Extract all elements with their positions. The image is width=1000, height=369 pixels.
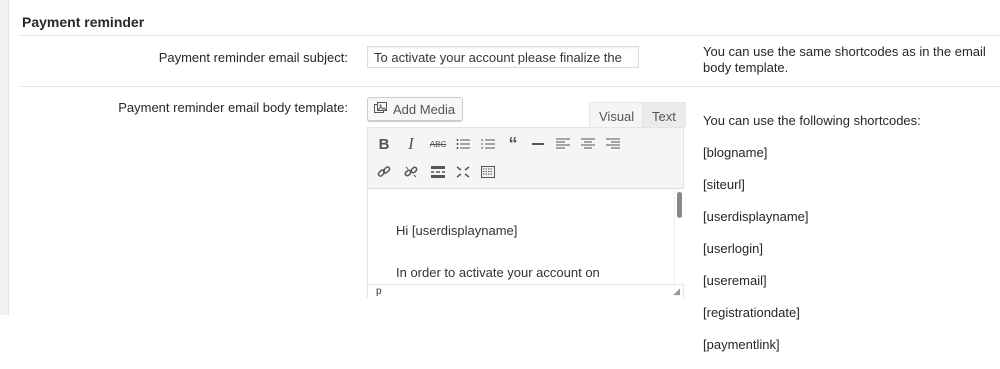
shortcode-item: [registrationdate] — [703, 305, 800, 320]
add-media-button[interactable]: Add Media — [367, 97, 463, 121]
blockquote-icon[interactable]: “ — [502, 133, 524, 155]
shortcodes-help-title: You can use the following shortcodes: — [703, 113, 921, 128]
element-path[interactable]: p — [376, 285, 382, 298]
align-center-icon[interactable] — [577, 133, 599, 155]
shortcodes-help: You can use the following shortcodes: [b… — [703, 97, 921, 369]
subject-input[interactable] — [367, 46, 639, 68]
shortcode-item: [useremail] — [703, 273, 767, 288]
align-left-icon[interactable] — [552, 133, 574, 155]
editor-content[interactable]: Hi [userdisplayname] In order to activat… — [368, 189, 675, 284]
horizontal-rule-icon[interactable] — [527, 133, 549, 155]
link-icon[interactable] — [373, 161, 395, 183]
shortcode-item: [userdisplayname] — [703, 209, 809, 224]
read-more-icon[interactable] — [427, 161, 449, 183]
media-icon — [374, 101, 388, 117]
italic-icon[interactable]: I — [400, 133, 422, 155]
row-divider — [20, 86, 1000, 87]
section-title: Payment reminder — [22, 14, 145, 30]
resize-grip-icon[interactable]: ◢ — [673, 286, 680, 297]
subject-label: Payment reminder email subject: — [158, 50, 348, 65]
unlink-icon[interactable] — [400, 161, 422, 183]
body-label: Payment reminder email body template: — [118, 100, 348, 115]
scrollbar-thumb[interactable] — [677, 192, 682, 218]
shortcode-item: [userlogin] — [703, 241, 763, 256]
shortcode-item: [siteurl] — [703, 177, 745, 192]
subject-help-text: You can use the same shortcodes as in th… — [703, 44, 986, 75]
numbered-list-icon[interactable] — [477, 133, 499, 155]
content-line-2: In order to activate your account on — [396, 265, 600, 280]
content-line-1: Hi [userdisplayname] — [396, 223, 518, 238]
fullscreen-icon[interactable] — [452, 161, 474, 183]
toolbar-toggle-icon[interactable] — [477, 161, 499, 183]
editor-scrollbar[interactable] — [674, 189, 684, 284]
editor: B I ABC “ Hi [userdisplayname] In order … — [367, 127, 684, 298]
editor-statusbar: p ◢ — [368, 284, 683, 298]
section-divider — [20, 35, 1000, 36]
bold-icon[interactable]: B — [373, 133, 395, 155]
add-media-label: Add Media — [393, 101, 456, 117]
editor-toolbar: B I ABC “ — [368, 128, 683, 189]
shortcode-item: [paymentlink] — [703, 337, 780, 352]
align-right-icon[interactable] — [602, 133, 624, 155]
shortcode-item: [blogname] — [703, 145, 768, 160]
bullet-list-icon[interactable] — [452, 133, 474, 155]
tab-visual[interactable]: Visual — [589, 102, 645, 127]
tab-text[interactable]: Text — [642, 102, 686, 127]
strikethrough-icon[interactable]: ABC — [427, 133, 449, 155]
left-border — [0, 0, 9, 315]
